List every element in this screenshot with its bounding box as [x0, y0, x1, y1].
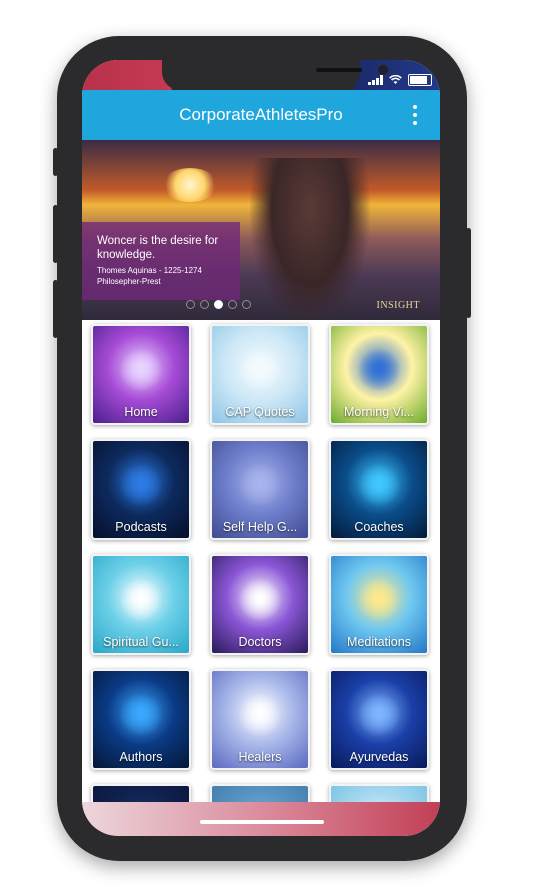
app-bar: CorporateAthletesPro	[82, 90, 440, 140]
quote-attribution: Thomes Aquinas - 1225-1274 Philosepher-P…	[97, 265, 237, 287]
category-tile[interactable]: Podcasts	[91, 439, 191, 540]
sunset-sun	[162, 168, 218, 202]
bottom-bar	[82, 802, 440, 836]
carousel-dot[interactable]	[242, 300, 251, 309]
home-indicator[interactable]	[200, 820, 324, 824]
quote-author: Thomes Aquinas - 1225-1274	[97, 266, 202, 275]
screen: CorporateAthletesPro Woncer is the desir…	[82, 60, 440, 836]
category-tile[interactable]: Healers	[210, 669, 310, 770]
category-grid: Home CAP Quotes Morning Vi... Podcasts Self …	[82, 322, 440, 836]
notch	[162, 60, 389, 90]
carousel-dot[interactable]	[186, 300, 195, 309]
wifi-icon	[389, 75, 402, 84]
lightbulb-brain-icon	[357, 462, 401, 507]
ladder-lightbulb-icon	[238, 462, 282, 507]
carousel-dot[interactable]	[214, 300, 223, 309]
insight-logo: INSIGHT	[376, 300, 420, 311]
signal-icon	[368, 75, 383, 85]
sunrise-field-icon	[357, 347, 401, 392]
menu-dot-icon	[413, 105, 417, 109]
category-tile[interactable]: Home	[91, 324, 191, 425]
speaker-grille	[316, 68, 362, 72]
phone-power-button	[466, 228, 471, 318]
category-tile[interactable]: Spiritual Gu...	[91, 554, 191, 655]
tile-label: Meditations	[347, 635, 411, 649]
banner-person-silhouette	[250, 158, 370, 320]
tile-label: Authors	[119, 750, 163, 764]
category-tile[interactable]: Doctors	[210, 554, 310, 655]
tile-label: Healers	[238, 750, 282, 764]
category-tile[interactable]: Authors	[91, 669, 191, 770]
flask-quote-icon	[238, 347, 282, 392]
category-tile[interactable]: CAP Quotes	[210, 324, 310, 425]
phone-volume-up	[53, 205, 58, 263]
status-bar	[82, 60, 440, 90]
overflow-menu-button[interactable]	[412, 105, 418, 125]
tile-label: Doctors	[238, 635, 282, 649]
tile-label: CAP Quotes	[225, 405, 295, 419]
tile-label: Home	[124, 405, 158, 419]
category-tile[interactable]: Coaches	[329, 439, 429, 540]
menu-dot-icon	[413, 121, 417, 125]
tile-label: Self Help G...	[222, 520, 298, 534]
meditation-icon	[357, 577, 401, 622]
mandala-icon	[119, 347, 163, 392]
app-title: CorporateAthletesPro	[179, 105, 343, 124]
category-tile[interactable]: Ayurvedas	[329, 669, 429, 770]
healing-hands-icon	[238, 692, 282, 737]
carousel-indicator[interactable]	[186, 300, 251, 309]
status-icons	[368, 74, 432, 86]
category-tile[interactable]: Meditations	[329, 554, 429, 655]
menu-dot-icon	[413, 113, 417, 117]
category-tile[interactable]: Morning Vi...	[329, 324, 429, 425]
tile-label: Coaches	[354, 520, 404, 534]
energy-body-icon	[357, 692, 401, 737]
chakra-icon	[238, 577, 282, 622]
banner-carousel[interactable]: Woncer is the desire for knowledge. Thom…	[82, 140, 440, 320]
microphone-icon	[119, 462, 163, 507]
tile-label: Morning Vi...	[344, 405, 414, 419]
carousel-dot[interactable]	[228, 300, 237, 309]
tile-label: Podcasts	[115, 520, 167, 534]
category-tile[interactable]: Self Help G...	[210, 439, 310, 540]
quote-text: Woncer is the desire for knowledge.	[97, 235, 219, 261]
quote-box: Woncer is the desire for knowledge. Thom…	[82, 222, 240, 300]
phone-volume-down	[53, 280, 58, 338]
brain-icon	[119, 692, 163, 737]
tile-label: Ayurvedas	[349, 750, 409, 764]
tile-label: Spiritual Gu...	[103, 635, 179, 649]
quote-role: Philosepher-Prest	[97, 277, 161, 286]
businessman-icon	[119, 577, 163, 622]
carousel-dot[interactable]	[200, 300, 209, 309]
battery-icon	[408, 74, 432, 86]
phone-silent-switch	[53, 148, 58, 176]
